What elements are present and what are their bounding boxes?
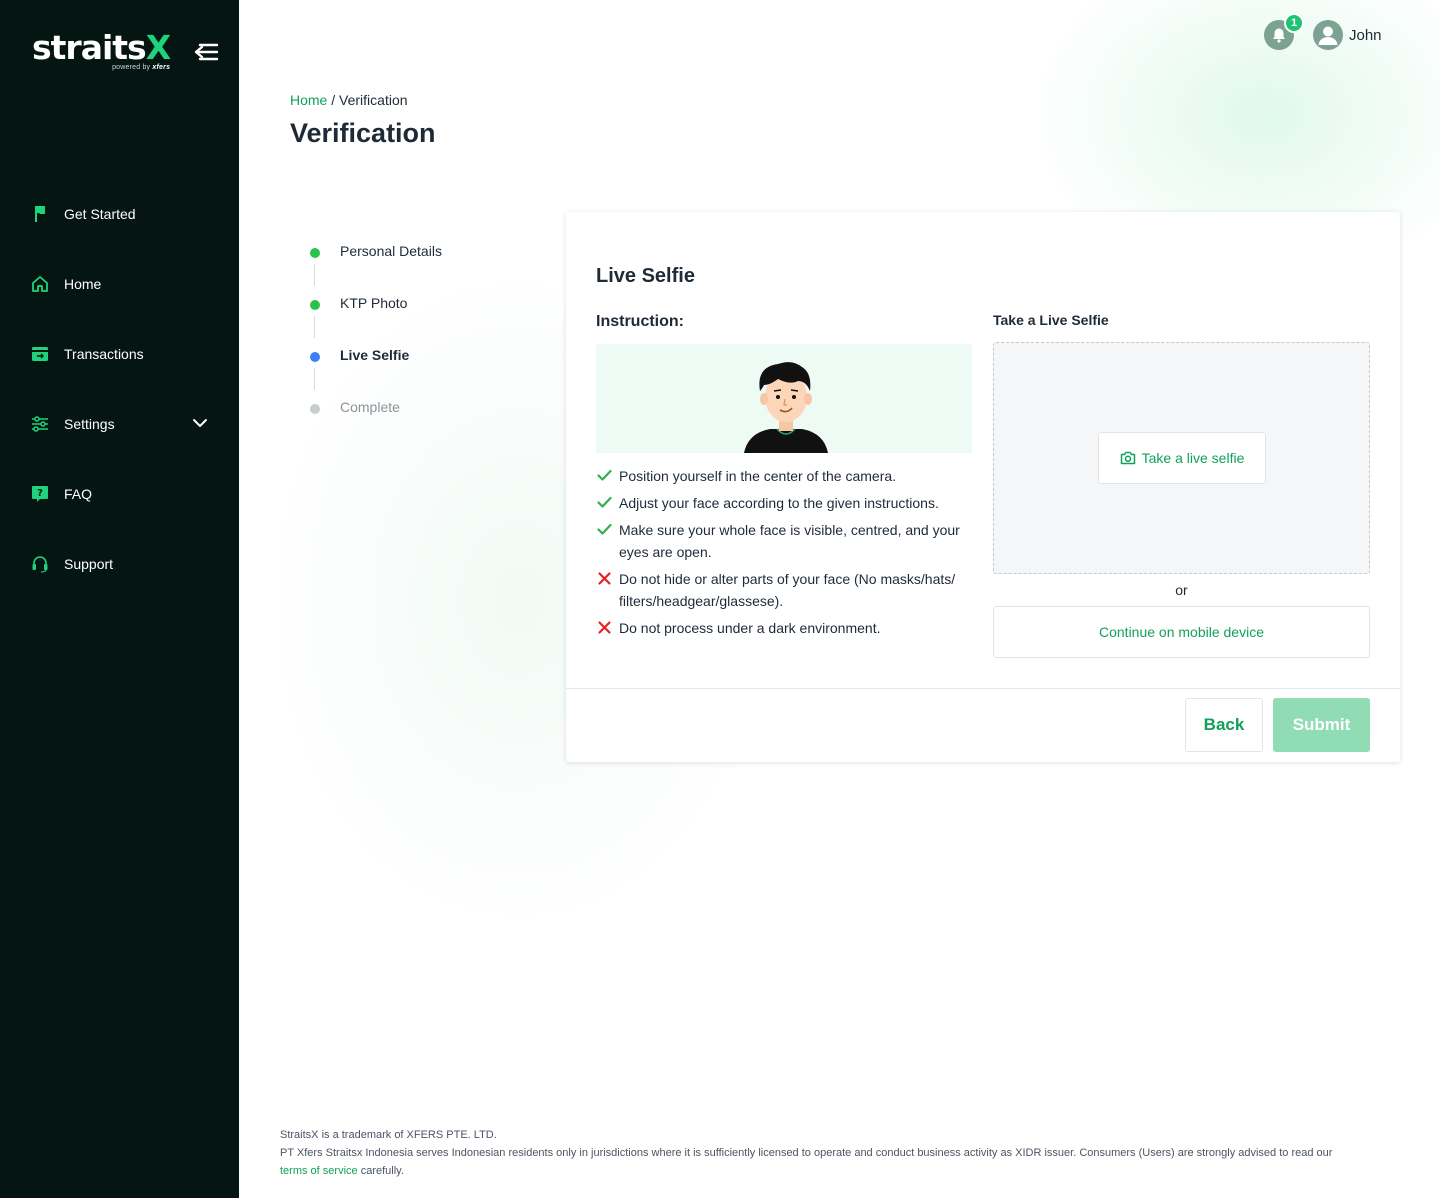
user-menu[interactable]: John	[1313, 20, 1382, 50]
svg-text:?: ?	[37, 488, 43, 499]
take-live-selfie-label: Take a live selfie	[1141, 450, 1245, 466]
step-dot	[310, 404, 320, 414]
sidebar-nav: Get Started Home Transactions Settings ?	[0, 179, 239, 599]
sidebar-item-label: Settings	[64, 416, 115, 432]
logo-wordmark: straitsX	[32, 28, 171, 67]
step-label: Complete	[340, 399, 400, 415]
headset-icon	[31, 555, 49, 573]
sidebar-item-label: Get Started	[64, 206, 136, 222]
sidebar-item-home[interactable]: Home	[0, 249, 239, 319]
instruction-item: Position yourself in the center of the c…	[596, 465, 976, 487]
question-icon: ?	[31, 485, 49, 503]
sliders-icon	[31, 415, 49, 433]
card-divider	[566, 688, 1400, 689]
breadcrumb-current: Verification	[339, 92, 408, 108]
breadcrumb-home-link[interactable]: Home	[290, 92, 327, 108]
selfie-illustration	[596, 344, 972, 453]
instruction-item: Do not process under a dark environment.	[596, 617, 976, 639]
bell-icon	[1273, 28, 1285, 43]
step-ktp-photo: KTP Photo	[307, 292, 407, 344]
take-selfie-title: Take a Live Selfie	[993, 312, 1109, 328]
notification-count-badge: 1	[1284, 13, 1304, 33]
step-label: Personal Details	[340, 243, 442, 259]
user-icon	[1318, 26, 1338, 45]
sidebar-item-label: Transactions	[64, 346, 144, 362]
footer-disclaimer: PT Xfers Straitsx Indonesia serves Indon…	[280, 1147, 1333, 1177]
user-name: John	[1349, 26, 1382, 44]
chevron-down-icon[interactable]	[192, 415, 208, 431]
footer: StraitsX is a trademark of XFERS PTE. LT…	[280, 1126, 1410, 1180]
menu-collapse-icon	[194, 43, 219, 61]
avatar	[1313, 20, 1343, 50]
live-selfie-card: Live Selfie Instruction: Position yourse…	[566, 212, 1400, 762]
straitsx-logo[interactable]: straitsX powered by xfers	[32, 28, 171, 72]
flag-icon	[31, 205, 49, 223]
cross-icon	[598, 621, 611, 634]
take-live-selfie-button[interactable]: Take a live selfie	[1098, 432, 1266, 484]
transactions-icon	[31, 345, 49, 363]
selfie-capture-area[interactable]: Take a live selfie	[993, 342, 1370, 574]
sidebar-item-faq[interactable]: ? FAQ	[0, 459, 239, 529]
step-personal-details: Personal Details	[307, 240, 442, 292]
continue-on-mobile-button[interactable]: Continue on mobile device	[993, 606, 1370, 658]
sidebar-item-label: Home	[64, 276, 102, 292]
step-live-selfie: Live Selfie	[307, 344, 409, 396]
sidebar-item-label: FAQ	[64, 486, 93, 502]
breadcrumb-separator: /	[327, 92, 340, 108]
menu-collapse-button[interactable]	[191, 41, 219, 63]
check-icon	[597, 469, 612, 481]
card-title: Live Selfie	[596, 265, 695, 287]
page-title: Verification	[290, 118, 436, 148]
sidebar-item-label: Support	[64, 556, 114, 572]
step-label: Live Selfie	[340, 347, 410, 363]
or-separator: or	[1175, 582, 1188, 598]
check-icon	[597, 523, 612, 535]
sidebar-item-transactions[interactable]: Transactions	[0, 319, 239, 389]
step-dot	[310, 300, 320, 310]
instruction-item: Do not hide or alter parts of your face …	[596, 568, 976, 612]
person-avatar-icon	[744, 362, 828, 453]
step-dot	[310, 352, 320, 362]
sidebar-item-support[interactable]: Support	[0, 529, 239, 599]
breadcrumb: Home / Verification	[290, 92, 408, 108]
cross-icon	[598, 572, 611, 585]
step-connector	[314, 368, 315, 390]
step-label: KTP Photo	[340, 295, 408, 311]
step-connector	[314, 264, 315, 286]
camera-icon	[1120, 451, 1135, 465]
verification-stepper: Personal Details KTP Photo Live Selfie C…	[307, 240, 442, 448]
instruction-item: Adjust your face according to the given …	[596, 492, 976, 514]
step-complete: Complete	[307, 396, 400, 448]
check-icon	[597, 496, 612, 508]
step-connector	[314, 316, 315, 338]
submit-button[interactable]: Submit	[1273, 698, 1370, 752]
instruction-item: Make sure your whole face is visible, ce…	[596, 519, 976, 563]
step-dot	[310, 248, 320, 258]
home-icon	[31, 275, 49, 293]
sidebar-item-settings[interactable]: Settings	[0, 389, 239, 459]
instruction-list: Position yourself in the center of the c…	[596, 465, 976, 644]
sidebar-item-get-started[interactable]: Get Started	[0, 179, 239, 249]
footer-trademark: StraitsX is a trademark of XFERS PTE. LT…	[280, 1129, 497, 1141]
sidebar: straitsX powered by xfers Get Started Ho…	[0, 0, 239, 1198]
instruction-title: Instruction:	[596, 313, 684, 330]
back-button[interactable]: Back	[1185, 698, 1263, 752]
terms-of-service-link[interactable]: terms of service	[280, 1165, 358, 1177]
